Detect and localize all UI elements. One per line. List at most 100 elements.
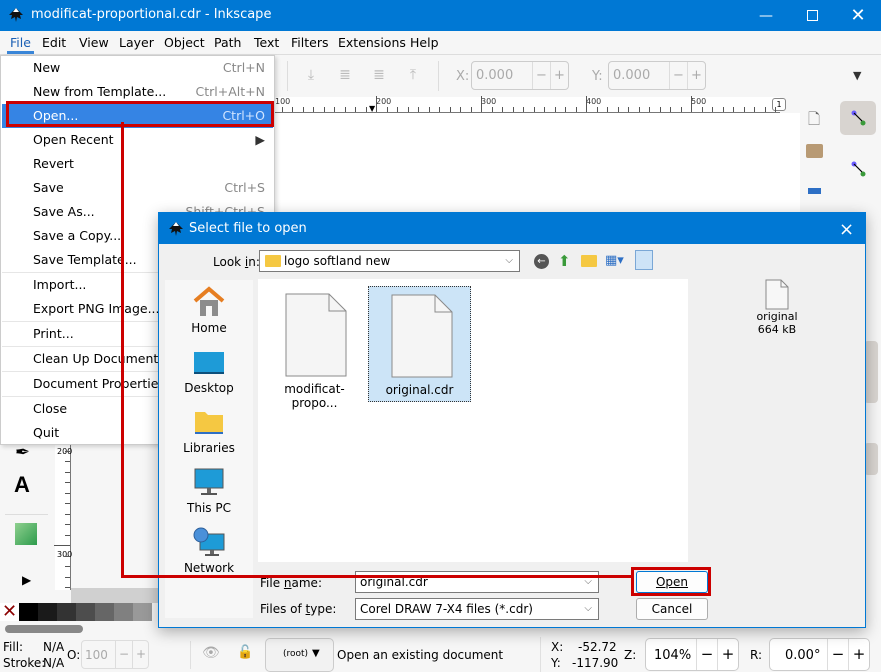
x-decrement[interactable]: −: [532, 62, 550, 89]
file-item[interactable]: modificat-propo...: [263, 286, 366, 410]
network-icon: [193, 527, 225, 556]
x-spinbox[interactable]: 0.000 − +: [471, 61, 569, 90]
stroke-value[interactable]: N/A: [43, 656, 64, 670]
menu-object[interactable]: Object: [158, 31, 211, 54]
ruler-tick: [680, 107, 682, 112]
y-increment[interactable]: +: [687, 62, 705, 89]
ruler-tick: [722, 107, 724, 112]
layer-dropdown[interactable]: (root) ▼: [265, 638, 334, 672]
ruler-tick: [743, 107, 745, 112]
save-icon[interactable]: [808, 177, 821, 194]
rotate-spinbox[interactable]: 0.00° − +: [769, 638, 870, 671]
calligraphy-tool-icon[interactable]: ✒: [15, 442, 30, 463]
snap-toggle-button[interactable]: [840, 101, 876, 135]
place-home[interactable]: Home: [165, 286, 253, 335]
menu-item-open-recent[interactable]: Open Recent ▶: [2, 128, 273, 152]
view-menu-icon[interactable]: ▦▾: [605, 253, 624, 268]
place-this-pc[interactable]: This PC: [165, 466, 253, 515]
cancel-button[interactable]: Cancel: [636, 598, 708, 620]
document-preview-icon: [765, 279, 789, 310]
ruler-tick: [65, 503, 70, 504]
ruler-tick: [65, 566, 70, 567]
new-document-icon[interactable]: 🗋: [808, 109, 820, 134]
menu-item-save[interactable]: Save Ctrl+S: [2, 176, 273, 200]
menu-file[interactable]: File: [4, 31, 37, 54]
maximize-button[interactable]: [789, 0, 835, 31]
visibility-eye-icon[interactable]: 👁: [202, 645, 220, 661]
y-spinbox[interactable]: 0.000 − +: [608, 61, 706, 90]
lower-to-bottom-icon[interactable]: ⤓: [302, 67, 320, 85]
up-folder-icon[interactable]: ⬆: [558, 252, 571, 270]
zoom-in-button[interactable]: +: [717, 639, 738, 670]
color-swatch[interactable]: [133, 603, 152, 621]
rotate-cw-button[interactable]: +: [848, 639, 869, 670]
raise-to-top-icon[interactable]: ⤒: [404, 67, 422, 85]
color-swatch[interactable]: [76, 603, 95, 621]
open-folder-icon[interactable]: [806, 144, 823, 158]
color-swatch[interactable]: [95, 603, 114, 621]
new-folder-icon[interactable]: [581, 255, 597, 267]
no-paint-swatch[interactable]: ✕: [0, 603, 19, 621]
menu-help[interactable]: Help: [404, 31, 445, 54]
opacity-spinbox[interactable]: 100 − +: [81, 640, 149, 669]
overflow-chevron-icon[interactable]: ▼: [853, 69, 861, 82]
x-increment[interactable]: +: [550, 62, 568, 89]
preview-toggle-icon[interactable]: [635, 250, 653, 270]
ruler-tick: [575, 107, 577, 112]
menu-item-label: Print...: [33, 326, 74, 341]
menu-item-revert[interactable]: Revert: [2, 152, 273, 176]
ruler-tick: [565, 107, 566, 112]
ruler-tick: [481, 96, 482, 112]
toolbar-separator: [287, 61, 288, 91]
place-desktop[interactable]: Desktop: [165, 346, 253, 395]
color-swatch[interactable]: [57, 603, 76, 621]
libraries-icon: [195, 412, 223, 434]
fill-value[interactable]: N/A: [43, 640, 64, 654]
file-name: original.cdr: [385, 383, 454, 397]
ruler-tick: [628, 107, 629, 112]
raise-icon[interactable]: ≣: [370, 67, 388, 85]
horizontal-scrollbar[interactable]: [5, 625, 83, 633]
menu-filters[interactable]: Filters: [285, 31, 334, 54]
menu-edit[interactable]: Edit: [36, 31, 72, 54]
dock-handle[interactable]: [864, 443, 878, 475]
color-swatch[interactable]: [114, 603, 133, 621]
expand-toolbox-icon[interactable]: ▶: [22, 573, 31, 587]
menu-path[interactable]: Path: [208, 31, 247, 54]
minimize-button[interactable]: —: [743, 0, 789, 31]
color-swatch[interactable]: [38, 603, 57, 621]
back-icon[interactable]: ←: [534, 254, 549, 269]
color-swatch[interactable]: [19, 603, 38, 621]
look-in-dropdown[interactable]: logo softland new ⌵: [259, 250, 520, 272]
zoom-out-button[interactable]: −: [696, 639, 717, 670]
ruler-tick: [659, 107, 661, 112]
opacity-decrement[interactable]: −: [115, 641, 132, 668]
text-tool-icon[interactable]: A: [14, 472, 30, 498]
chevron-down-icon: ⌵: [505, 255, 513, 266]
dialog-close-icon[interactable]: ×: [839, 219, 854, 240]
dock-handle[interactable]: [864, 341, 878, 403]
menu-item-label: Revert: [33, 156, 74, 171]
menu-text[interactable]: Text: [248, 31, 285, 54]
place-network[interactable]: Network: [165, 526, 253, 575]
snap-option-button[interactable]: [840, 152, 876, 186]
zoom-spinbox[interactable]: 104% − +: [645, 638, 739, 671]
connector-tool-icon[interactable]: [15, 523, 37, 545]
close-button[interactable]: ✕: [835, 0, 881, 31]
menu-layer[interactable]: Layer: [113, 31, 160, 54]
y-decrement[interactable]: −: [669, 62, 687, 89]
rotate-ccw-button[interactable]: −: [827, 639, 848, 670]
file-item-selected[interactable]: original.cdr: [368, 286, 471, 402]
unlock-icon[interactable]: 🔓: [237, 645, 253, 660]
place-libraries[interactable]: Libraries: [165, 406, 253, 455]
menu-extensions[interactable]: Extensions: [332, 31, 412, 54]
lower-icon[interactable]: ≣: [336, 67, 354, 85]
annotation-highlight-open-button: [631, 567, 711, 596]
y-label: Y:: [592, 69, 603, 84]
file-name-label: File name:: [260, 576, 322, 590]
opacity-increment[interactable]: +: [132, 641, 149, 668]
file-type-dropdown[interactable]: Corel DRAW 7-X4 files (*.cdr) ⌵: [355, 598, 599, 620]
menu-item-new[interactable]: New Ctrl+N: [2, 56, 273, 80]
menu-view[interactable]: View: [73, 31, 115, 54]
ruler-tick: [449, 107, 451, 112]
